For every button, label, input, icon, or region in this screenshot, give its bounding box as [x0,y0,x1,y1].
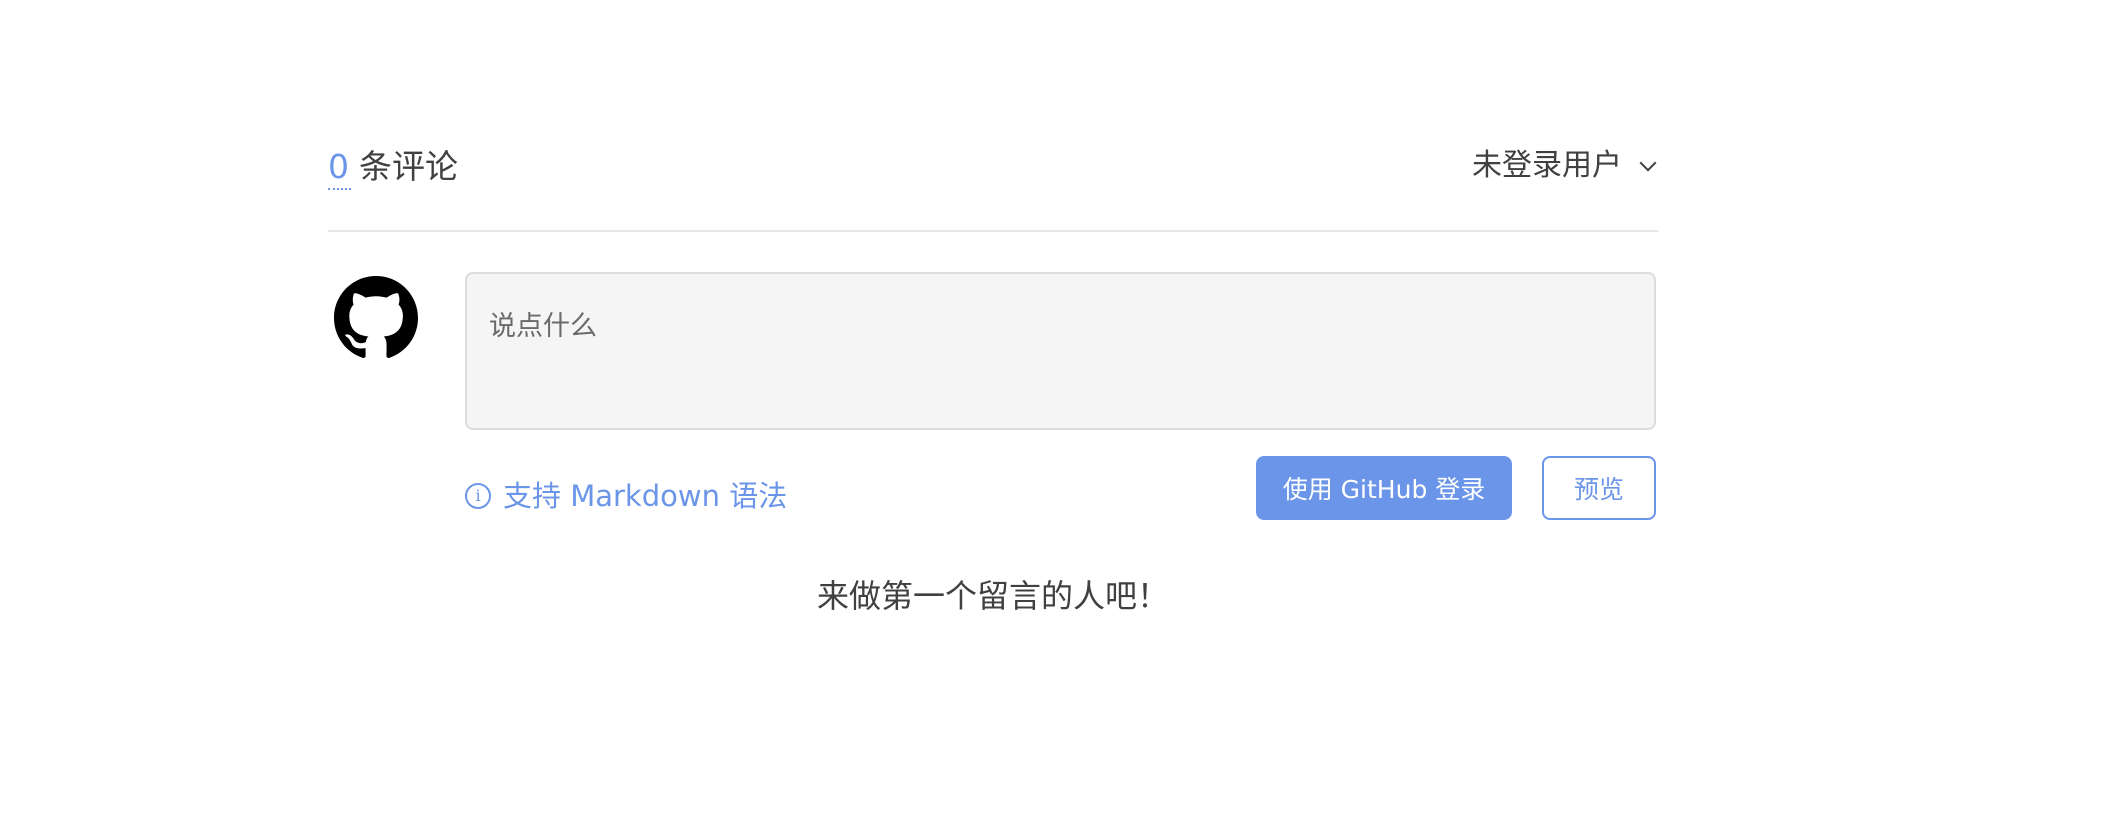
markdown-help-link[interactable]: i 支持 Markdown 语法 [465,476,787,516]
comment-count-label: 条评论 [359,147,458,186]
comment-header: 0 条评论 未登录用户 [328,140,1658,232]
user-menu-label: 未登录用户 [1472,148,1622,183]
comment-count: 0 条评论 [328,144,458,190]
comment-widget: 0条评论 未登录用户 i 支持 Markdown 语法 使用 GitHub 登录… [328,140,1658,660]
comment-count-number[interactable]: 0 [328,147,351,190]
info-icon: i [465,483,491,509]
markdown-help-label: 支持 Markdown 语法 [503,479,788,513]
github-login-button[interactable]: 使用 GitHub 登录 [1256,456,1512,520]
comment-input[interactable] [465,272,1656,430]
github-icon [334,276,418,358]
editor-actions: i 支持 Markdown 语法 使用 GitHub 登录 预览 [328,456,1658,548]
chevron-down-icon [1639,154,1657,172]
comment-editor [328,272,1658,432]
user-menu[interactable]: 未登录用户 [1472,144,1657,188]
preview-button[interactable]: 预览 [1542,456,1656,520]
empty-state-message: 来做第一个留言的人吧！ [816,577,1169,615]
